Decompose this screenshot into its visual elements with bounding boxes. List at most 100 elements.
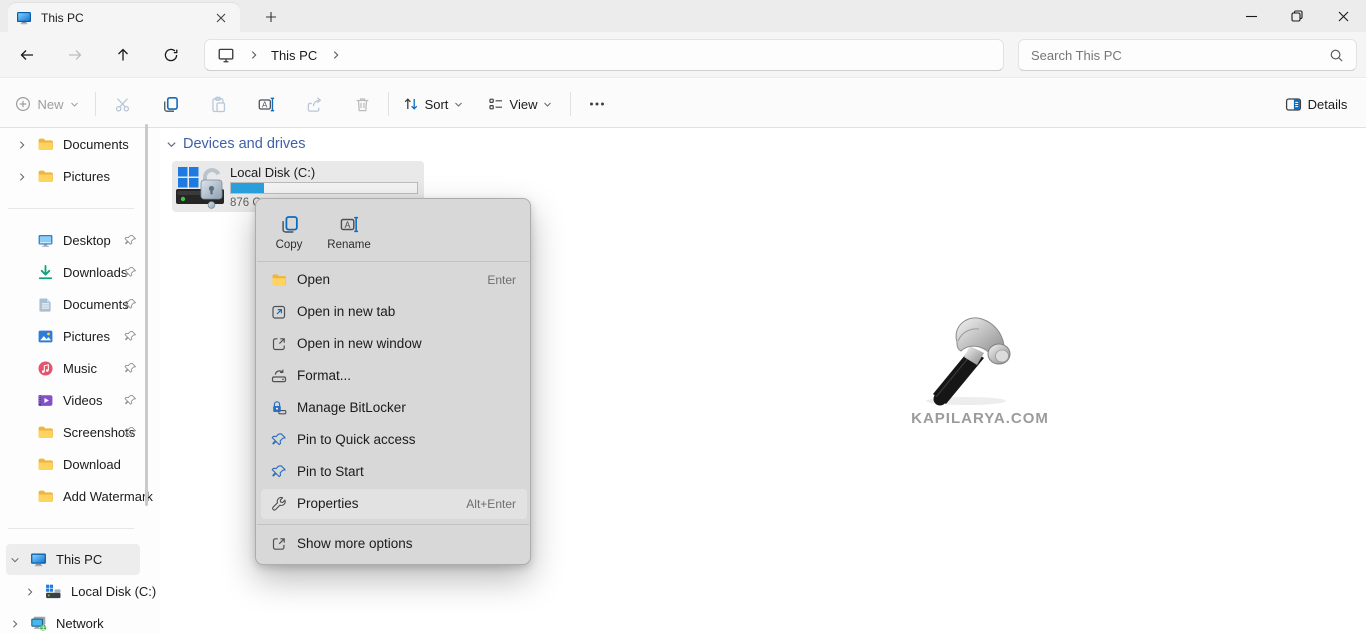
rename-icon: A (340, 215, 359, 234)
new-button-label: New (37, 96, 64, 112)
network-icon (30, 615, 47, 632)
sidebar-item-local-disk-c[interactable]: Local Disk (C:) (0, 576, 160, 607)
quick-action-copy[interactable]: Copy (263, 207, 315, 259)
sidebar-item-pictures-tree[interactable]: Pictures (0, 161, 160, 192)
search-input[interactable] (1019, 47, 1329, 63)
disk-usage-fill (231, 183, 265, 193)
sidebar-scrollbar[interactable] (145, 124, 148, 506)
pin-icon (271, 464, 287, 480)
local-disk-icon (45, 583, 62, 600)
sidebar-item-documents-tree[interactable]: Documents (0, 129, 160, 160)
folder-icon (37, 136, 54, 153)
pin-icon (271, 432, 287, 448)
menu-item-manage-bitlocker[interactable]: Manage BitLocker (256, 392, 532, 424)
drive-name: Local Disk (C:) (230, 165, 316, 180)
refresh-button[interactable] (156, 40, 186, 70)
new-tab-button[interactable] (258, 5, 284, 29)
close-button[interactable] (1320, 0, 1366, 32)
delete-button[interactable] (346, 87, 378, 121)
search-box[interactable] (1018, 39, 1357, 71)
sidebar-item-downloads[interactable]: Downloads (0, 257, 160, 288)
group-header-devices-and-drives[interactable]: Devices and drives (166, 136, 306, 152)
back-button[interactable] (12, 40, 42, 70)
view-icon (488, 96, 504, 112)
music-icon (37, 360, 54, 377)
menu-item-pin-to-quick-access[interactable]: Pin to Quick access (256, 424, 532, 456)
downloads-icon (37, 264, 54, 281)
chevron-down-icon (70, 100, 79, 109)
restore-button[interactable] (1274, 0, 1320, 32)
show-more-options-icon (271, 536, 287, 552)
share-button[interactable] (298, 87, 330, 121)
open-in-new-window-icon (271, 336, 287, 352)
pin-icon (124, 266, 137, 279)
picture-icon (37, 328, 54, 345)
sort-button[interactable]: Sort (398, 87, 468, 121)
folder-icon (37, 168, 54, 185)
menu-item-format[interactable]: Format... (256, 360, 532, 392)
menu-item-properties[interactable]: Properties Alt+Enter (256, 488, 532, 520)
forward-button[interactable] (60, 40, 90, 70)
navigation-bar: This PC (0, 32, 1366, 78)
format-drive-icon (271, 368, 287, 384)
tab-this-pc[interactable]: This PC (8, 3, 240, 32)
this-pc-icon (30, 551, 47, 568)
view-button[interactable]: View (482, 87, 558, 121)
sidebar-item-music[interactable]: Music (0, 353, 160, 384)
sidebar-item-screenshots[interactable]: Screenshots (0, 417, 160, 448)
document-icon (37, 296, 54, 313)
quick-action-rename[interactable]: A Rename (323, 207, 375, 259)
sidebar-item-desktop[interactable]: Desktop (0, 225, 160, 256)
sidebar-item-download[interactable]: Download (0, 449, 160, 480)
pin-icon (124, 362, 137, 375)
copy-button[interactable] (154, 87, 186, 121)
address-bar[interactable]: This PC (204, 39, 1004, 71)
menu-item-pin-to-start[interactable]: Pin to Start (256, 456, 532, 488)
tab-close-icon[interactable] (210, 7, 232, 29)
watermark: KAPILARYA.COM (900, 308, 1060, 427)
this-pc-icon (16, 10, 32, 26)
shortcut-label: Enter (487, 273, 516, 287)
sidebar-item-add-watermark[interactable]: Add Watermark (0, 481, 160, 512)
sidebar-item-this-pc[interactable]: This PC (0, 544, 160, 575)
sidebar-item-network[interactable]: Network (0, 608, 160, 639)
new-button[interactable]: New (8, 87, 86, 121)
more-options-icon[interactable] (580, 87, 614, 121)
menu-item-open-in-new-tab[interactable]: Open in new tab (256, 296, 532, 328)
rename-button[interactable]: A (250, 87, 282, 121)
search-icon[interactable] (1329, 48, 1344, 63)
details-label: Details (1307, 96, 1348, 112)
folder-icon (271, 272, 287, 288)
sort-label: Sort (424, 96, 449, 112)
sidebar-item-documents[interactable]: Documents (0, 289, 160, 320)
sidebar-item-pictures[interactable]: Pictures (0, 321, 160, 352)
menu-item-show-more-options[interactable]: Show more options (256, 528, 532, 560)
chevron-right-icon[interactable] (17, 140, 29, 150)
sidebar-item-videos[interactable]: Videos (0, 385, 160, 416)
minimize-button[interactable] (1228, 0, 1274, 32)
plus-circle-icon (15, 96, 31, 112)
details-button[interactable]: Details (1276, 87, 1356, 121)
pin-icon (124, 426, 137, 439)
up-button[interactable] (108, 40, 138, 70)
pin-icon (124, 298, 137, 311)
chevron-down-icon[interactable] (10, 555, 22, 565)
pin-icon (124, 394, 137, 407)
menu-item-open-in-new-window[interactable]: Open in new window (256, 328, 532, 360)
cut-button[interactable] (106, 87, 138, 121)
chevron-right-icon[interactable] (25, 587, 37, 597)
open-in-new-tab-icon (271, 304, 287, 320)
chevron-down-icon[interactable] (166, 139, 177, 150)
chevron-right-icon[interactable] (17, 172, 29, 182)
folder-icon (37, 424, 54, 441)
paste-button[interactable] (202, 87, 234, 121)
svg-text:A: A (344, 220, 350, 230)
titlebar: This PC (0, 0, 1366, 32)
desktop-icon (37, 232, 54, 249)
pin-icon (124, 234, 137, 247)
watermark-text: KAPILARYA.COM (911, 410, 1049, 427)
menu-item-open[interactable]: Open Enter (256, 264, 532, 296)
chevron-right-icon[interactable] (10, 619, 22, 629)
breadcrumb-this-pc[interactable]: This PC (271, 48, 317, 63)
tab-title: This PC (41, 10, 84, 25)
